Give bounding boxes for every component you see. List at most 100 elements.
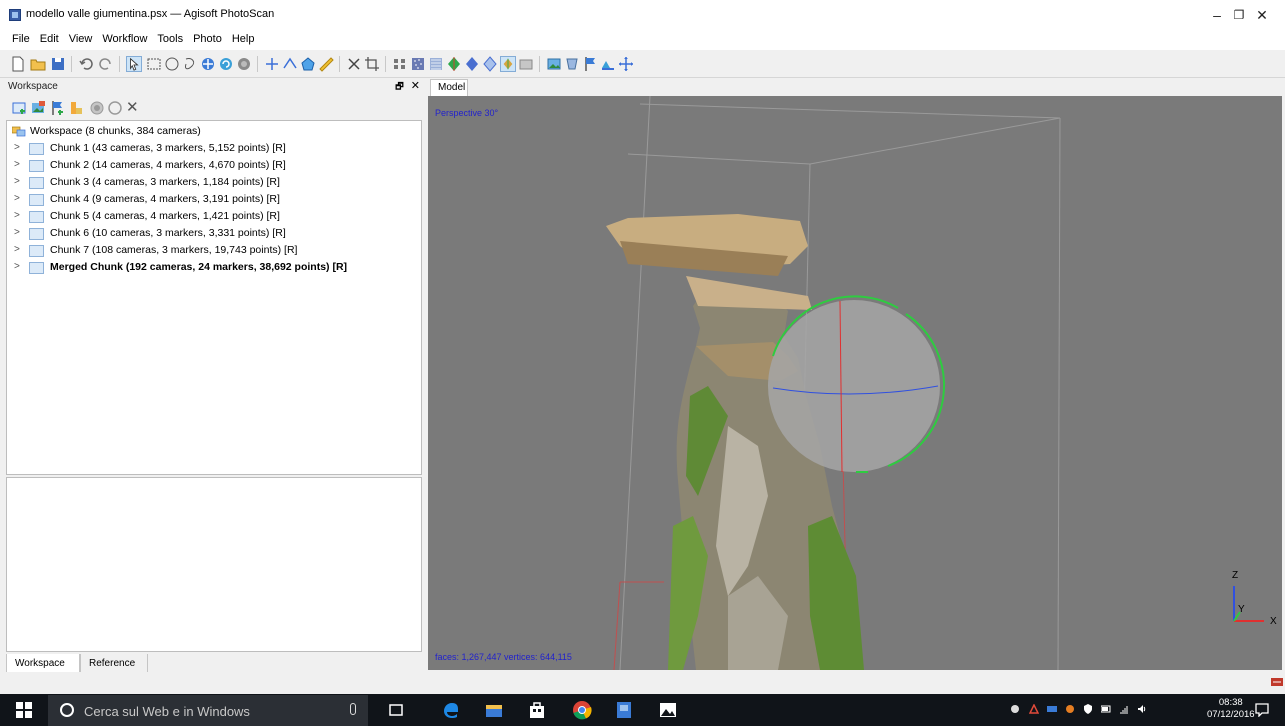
menu-help[interactable]: Help bbox=[230, 30, 260, 50]
model-solid-icon[interactable] bbox=[464, 56, 480, 72]
photos-app-icon[interactable] bbox=[658, 700, 678, 720]
menu-edit[interactable]: Edit bbox=[38, 30, 64, 50]
show-images-icon[interactable] bbox=[546, 56, 562, 72]
add-marker-icon[interactable] bbox=[264, 56, 280, 72]
microphone-icon[interactable] bbox=[350, 703, 356, 715]
status-indicator-icon bbox=[1271, 678, 1283, 686]
expand-arrow-icon[interactable]: > bbox=[14, 210, 20, 221]
disable-chunk-icon[interactable] bbox=[107, 100, 123, 116]
expand-arrow-icon[interactable]: > bbox=[14, 176, 20, 187]
open-folder-icon[interactable] bbox=[30, 56, 46, 72]
expand-arrow-icon[interactable]: > bbox=[14, 159, 20, 170]
rotate-object-icon[interactable] bbox=[218, 56, 234, 72]
add-scale-bar-icon[interactable] bbox=[68, 100, 84, 116]
crop-selection-icon[interactable] bbox=[364, 56, 380, 72]
expand-arrow-icon[interactable]: > bbox=[14, 227, 20, 238]
tray-battery-icon[interactable] bbox=[1101, 704, 1111, 714]
free-form-selection-icon[interactable] bbox=[182, 56, 198, 72]
chunk-label: Chunk 4 (9 cameras, 4 markers, 3,191 poi… bbox=[50, 193, 280, 205]
chrome-icon[interactable] bbox=[572, 700, 592, 720]
scale-object-icon[interactable] bbox=[236, 56, 252, 72]
close-button[interactable]: ✕ bbox=[1239, 0, 1285, 30]
ruler-icon[interactable] bbox=[282, 56, 298, 72]
taskbar-search-box[interactable]: Cerca sul Web e in Windows bbox=[48, 695, 368, 726]
expand-arrow-icon[interactable]: > bbox=[14, 244, 20, 255]
tray-update-icon[interactable] bbox=[1065, 704, 1075, 714]
workspace-root-label: Workspace (8 chunks, 384 cameras) bbox=[30, 125, 201, 137]
tab-reference[interactable]: Reference bbox=[80, 654, 148, 673]
tray-wifi-icon[interactable] bbox=[1119, 704, 1129, 714]
tab-workspace[interactable]: Workspace bbox=[6, 654, 80, 673]
new-document-icon[interactable] bbox=[10, 56, 26, 72]
redo-icon[interactable] bbox=[98, 56, 114, 72]
add-photos-icon[interactable] bbox=[30, 100, 46, 116]
action-center-icon[interactable] bbox=[1255, 703, 1269, 717]
tray-volume-icon[interactable] bbox=[1137, 704, 1147, 714]
expand-arrow-icon[interactable]: > bbox=[14, 193, 20, 204]
undo-icon[interactable] bbox=[78, 56, 94, 72]
tray-shield-icon[interactable] bbox=[1083, 704, 1093, 714]
model-wireframe-icon[interactable] bbox=[482, 56, 498, 72]
tray-adobe-icon[interactable] bbox=[1029, 704, 1039, 714]
show-markers-icon[interactable] bbox=[582, 56, 598, 72]
show-shapes-icon[interactable] bbox=[564, 56, 580, 72]
menu-workflow[interactable]: Workflow bbox=[100, 30, 152, 50]
axis-indicator: Z Y X bbox=[1232, 570, 1277, 627]
tray-display-icon[interactable] bbox=[1047, 704, 1057, 714]
tiled-model-icon[interactable] bbox=[518, 56, 534, 72]
close-panel-icon[interactable]: ✕ bbox=[411, 80, 420, 92]
photoscan-window: modello valle giumentina.psx — Agisoft P… bbox=[0, 0, 1285, 726]
add-chunk-icon[interactable] bbox=[11, 100, 27, 116]
chunk-label: Chunk 1 (43 cameras, 3 markers, 5,152 po… bbox=[50, 142, 286, 154]
show-region-icon[interactable] bbox=[600, 56, 616, 72]
rectangle-selection-icon[interactable] bbox=[146, 56, 162, 72]
measure-icon[interactable] bbox=[318, 56, 334, 72]
show-cameras-icon[interactable] bbox=[392, 56, 408, 72]
clock-date: 07/12/2016 bbox=[1207, 709, 1255, 720]
dense-cloud-icon[interactable] bbox=[428, 56, 444, 72]
chunk-icon bbox=[29, 143, 44, 155]
file-explorer-icon[interactable] bbox=[484, 700, 504, 720]
properties-pane bbox=[6, 477, 422, 652]
edge-browser-icon[interactable] bbox=[441, 700, 461, 720]
move-object-icon[interactable] bbox=[200, 56, 216, 72]
add-marker-flag-icon[interactable] bbox=[49, 100, 65, 116]
trackball-gizmo bbox=[768, 295, 946, 473]
float-panel-icon[interactable]: 🗗 bbox=[395, 81, 403, 91]
photoscan-taskbar-icon[interactable] bbox=[614, 700, 634, 720]
expand-arrow-icon[interactable]: > bbox=[14, 142, 20, 153]
chunk-label: Chunk 5 (4 cameras, 4 markers, 1,421 poi… bbox=[50, 210, 280, 222]
title-bar: modello valle giumentina.psx — Agisoft P… bbox=[0, 0, 1285, 30]
show-trackball-icon[interactable] bbox=[618, 56, 634, 72]
navigation-pointer-icon[interactable] bbox=[126, 56, 142, 72]
menu-tools[interactable]: Tools bbox=[155, 30, 188, 50]
menu-bar: File Edit View Workflow Tools Photo Help bbox=[0, 30, 1285, 50]
workspace-toolbar: ✕ bbox=[6, 96, 426, 120]
point-cloud-icon[interactable] bbox=[410, 56, 426, 72]
tray-cloud-icon[interactable] bbox=[1010, 704, 1020, 714]
task-view-icon[interactable] bbox=[386, 700, 406, 720]
chunk-label: Chunk 3 (4 cameras, 3 markers, 1,184 poi… bbox=[50, 176, 280, 188]
start-button[interactable] bbox=[0, 694, 48, 726]
menu-file[interactable]: File bbox=[10, 30, 35, 50]
model-viewport[interactable]: Z Y X Perspective 30° faces: 1,267,447 v… bbox=[428, 96, 1282, 670]
chunk-label: Chunk 7 (108 cameras, 3 markers, 19,743 … bbox=[50, 244, 298, 256]
menu-photo[interactable]: Photo bbox=[191, 30, 227, 50]
circle-selection-icon[interactable] bbox=[164, 56, 180, 72]
model-stats: faces: 1,267,447 vertices: 644,115 bbox=[435, 652, 572, 662]
tab-model[interactable]: Model bbox=[430, 79, 468, 96]
store-icon[interactable] bbox=[527, 700, 547, 720]
shape-icon[interactable] bbox=[300, 56, 316, 72]
taskbar-clock[interactable]: 08:38 07/12/2016 bbox=[1207, 697, 1255, 721]
projection-label: Perspective 30° bbox=[435, 108, 499, 118]
expand-arrow-icon[interactable]: > bbox=[14, 261, 20, 272]
save-icon[interactable] bbox=[50, 56, 66, 72]
main-toolbar bbox=[0, 50, 1285, 78]
menu-view[interactable]: View bbox=[67, 30, 98, 50]
chunk-icon bbox=[29, 228, 44, 240]
remove-item-icon[interactable]: ✕ bbox=[126, 98, 139, 116]
delete-selection-icon[interactable] bbox=[346, 56, 362, 72]
model-textured-icon[interactable] bbox=[500, 56, 516, 72]
model-shaded-icon[interactable] bbox=[446, 56, 462, 72]
enable-chunk-icon[interactable] bbox=[89, 100, 105, 116]
